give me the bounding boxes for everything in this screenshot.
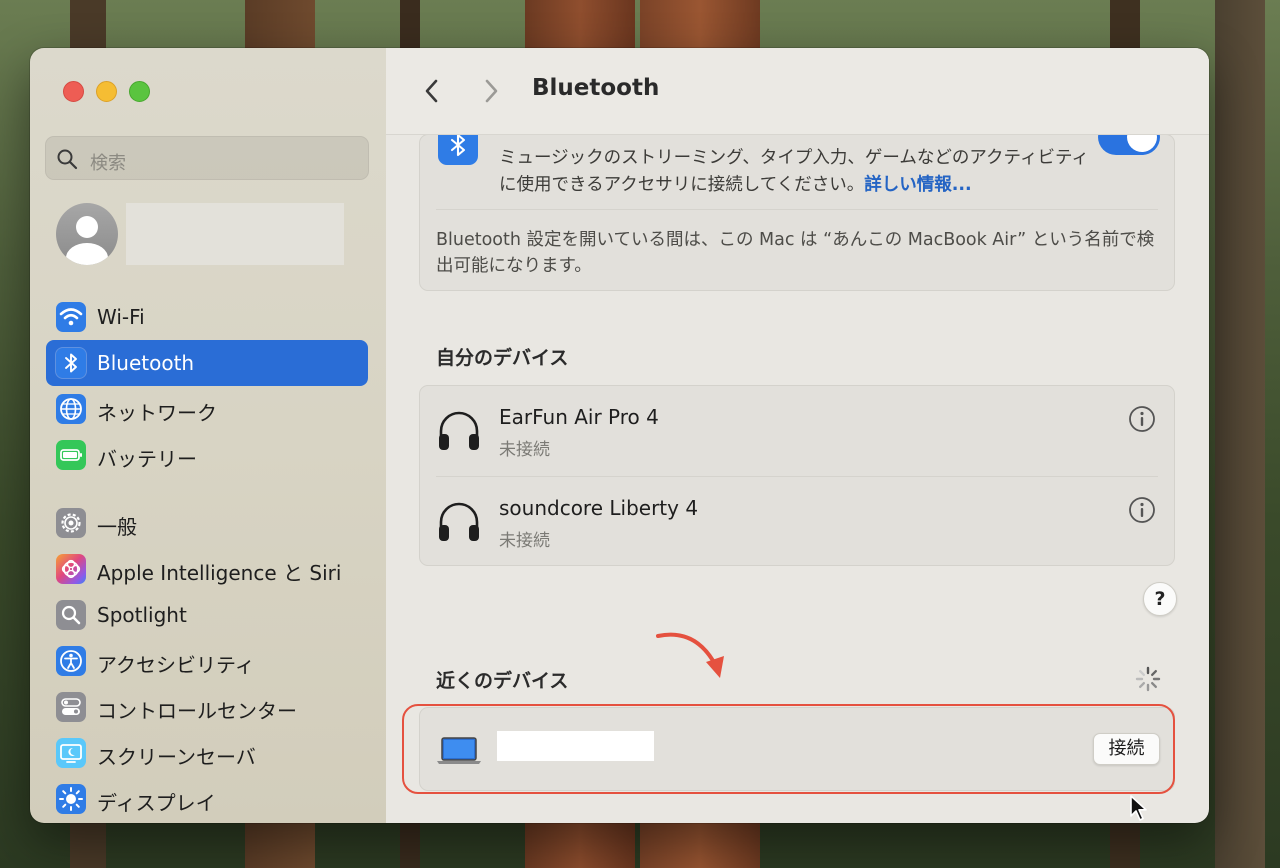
page-title: Bluetooth [532,75,660,101]
description-text: ミュージックのストリーミング、タイプ入力、ゲームなどのアクティビティに使用できる… [499,148,1089,195]
device-status: 未接続 [499,440,550,460]
sidebar-item-label: 一般 [97,515,137,539]
sidebar-item-label: Spotlight [97,603,187,627]
spotlight-icon [56,600,86,630]
bluetooth-card: ミュージックのストリーミング、タイプ入力、ゲームなどのアクティビティに使用できる… [419,119,1175,291]
help-button[interactable]: ? [1143,582,1177,616]
search-placeholder: 検索 [90,153,126,174]
search-field[interactable]: 検索 [45,136,369,180]
annotation-highlight-box [402,704,1175,794]
battery-icon [56,440,86,470]
sidebar-item-general[interactable]: 一般 [46,500,368,546]
user-silhouette-icon [66,216,108,265]
minimize-window-button[interactable] [96,81,117,102]
device-status: 未接続 [499,531,550,551]
toolbar: Bluetooth [386,48,1209,135]
sidebar-item-wifi[interactable]: Wi-Fi [46,294,368,340]
sidebar-item-control-center[interactable]: コントロールセンター [46,684,368,730]
bluetooth-description: ミュージックのストリーミング、タイプ入力、ゲームなどのアクティビティに使用できる… [499,145,1099,199]
close-window-button[interactable] [63,81,84,102]
info-icon[interactable] [1128,405,1156,433]
sidebar-item-label: Apple Intelligence と Siri [97,561,342,585]
sidebar-item-label: Wi-Fi [97,305,145,329]
user-name-redacted[interactable] [126,203,344,265]
discoverable-note: Bluetooth 設定を開いている間は、この Mac は “あんこの MacB… [436,230,1155,276]
device-row-soundcore[interactable]: soundcore Liberty 4 未接続 [420,477,1174,567]
accessibility-icon [56,646,86,676]
section-heading-my-devices: 自分のデバイス [436,347,569,369]
screensaver-icon [56,738,86,768]
zoom-window-button[interactable] [129,81,150,102]
control-center-icon [56,692,86,722]
sidebar-item-label: バッテリー [97,447,197,471]
sidebar-item-label: アクセシビリティ [97,653,255,677]
sidebar-item-label: コントロールセンター [97,699,297,723]
sidebar-item-label: ネットワーク [97,401,217,425]
sidebar-item-accessibility[interactable]: アクセシビリティ [46,638,368,684]
sidebar-item-label: ディスプレイ [97,791,216,815]
device-name: EarFun Air Pro 4 [499,405,659,429]
siri-icon [56,554,86,584]
sidebar-item-network[interactable]: ネットワーク [46,386,368,432]
my-devices-list: EarFun Air Pro 4 未接続 soundcore Liberty 4… [419,385,1175,566]
globe-icon [56,394,86,424]
device-row-earfun[interactable]: EarFun Air Pro 4 未接続 [420,386,1174,476]
info-icon[interactable] [1128,496,1156,524]
chevron-left-icon[interactable] [422,78,442,104]
sidebar-item-apple-intelligence-siri[interactable]: Apple Intelligence と Siri [46,546,368,592]
learn-more-link[interactable]: 詳しい情報... [864,175,971,195]
sidebar-item-label: スクリーンセーバ [97,745,256,769]
sidebar-item-label: Bluetooth [97,351,195,375]
headphones-icon [439,502,479,541]
mouse-cursor-icon [1130,795,1147,821]
wifi-icon [56,302,86,332]
sidebar-item-display[interactable]: ディスプレイ [46,776,368,822]
chevron-right-icon[interactable] [481,78,501,104]
sidebar: 検索 Wi-Fi Bluetooth ネットワーク バッテリー 一般 Apple… [30,48,387,823]
headphones-icon [439,411,479,450]
divider [436,209,1158,210]
annotation-arrow-icon [656,632,724,678]
gear-icon [56,508,86,538]
device-name: soundcore Liberty 4 [499,496,699,520]
bluetooth-icon [56,348,86,378]
sidebar-item-battery[interactable]: バッテリー [46,432,368,478]
sidebar-item-screensaver[interactable]: スクリーンセーバ [46,730,368,776]
loading-spinner-icon [1135,666,1161,692]
search-icon [57,149,78,170]
display-icon [56,784,86,814]
section-heading-nearby-devices: 近くのデバイス [436,670,569,692]
sidebar-item-spotlight[interactable]: Spotlight [46,592,368,638]
sidebar-item-bluetooth[interactable]: Bluetooth [46,340,368,386]
avatar[interactable] [56,203,118,265]
